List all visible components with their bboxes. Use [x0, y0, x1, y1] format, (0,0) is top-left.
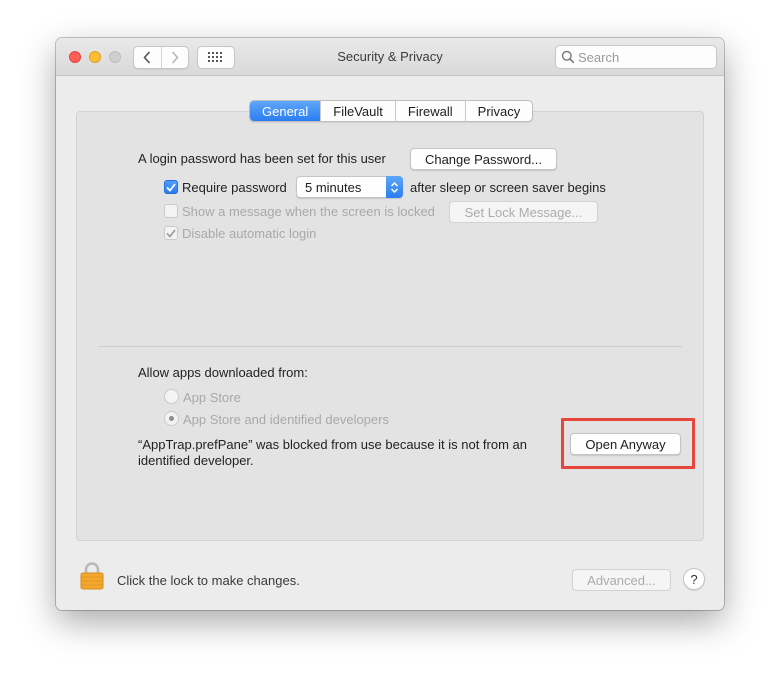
radio-app-store-identified-label: App Store and identified developers	[183, 412, 389, 427]
require-password-checkbox[interactable]	[164, 180, 178, 194]
checkmark-icon	[166, 182, 176, 192]
security-privacy-window: Security & Privacy General FileVault Fir…	[56, 38, 724, 610]
lock-text: Click the lock to make changes.	[117, 573, 300, 588]
highlight-annotation	[561, 418, 695, 469]
tab-bar: General FileVault Firewall Privacy	[249, 100, 534, 122]
search-field[interactable]	[555, 45, 717, 69]
require-password-label: Require password	[182, 180, 287, 195]
search-icon	[561, 50, 575, 64]
set-lock-message-button[interactable]: Set Lock Message...	[449, 201, 598, 223]
advanced-button[interactable]: Advanced...	[572, 569, 671, 591]
stepper-arrows-icon	[386, 176, 403, 198]
disable-auto-login-label: Disable automatic login	[182, 226, 317, 241]
after-sleep-text: after sleep or screen saver begins	[410, 180, 606, 195]
change-password-button[interactable]: Change Password...	[410, 148, 557, 170]
tab-filevault[interactable]: FileVault	[320, 101, 395, 121]
tab-firewall[interactable]: Firewall	[394, 101, 465, 121]
radio-app-store-identified[interactable]	[164, 411, 179, 426]
show-message-label: Show a message when the screen is locked	[182, 204, 435, 219]
section-divider	[98, 346, 682, 347]
titlebar: Security & Privacy	[56, 38, 724, 76]
radio-selected-dot	[169, 416, 174, 421]
search-input[interactable]	[578, 48, 712, 66]
help-button[interactable]: ?	[683, 568, 705, 590]
password-delay-select[interactable]: 5 minutes	[296, 176, 403, 198]
radio-app-store[interactable]	[164, 389, 179, 404]
radio-app-store-label: App Store	[183, 390, 241, 405]
show-message-checkbox[interactable]	[164, 204, 178, 218]
login-password-text: A login password has been set for this u…	[138, 151, 386, 166]
blocked-message-line2: identified developer.	[138, 453, 254, 468]
tab-privacy[interactable]: Privacy	[464, 101, 533, 121]
lock-icon[interactable]	[80, 561, 104, 593]
checkmark-icon	[166, 228, 176, 238]
blocked-message-line1: “AppTrap.prefPane” was blocked from use …	[138, 437, 527, 452]
allow-apps-heading: Allow apps downloaded from:	[138, 365, 308, 380]
disable-auto-login-checkbox[interactable]	[164, 226, 178, 240]
tab-general[interactable]: General	[250, 101, 321, 121]
password-delay-value: 5 minutes	[305, 180, 362, 195]
